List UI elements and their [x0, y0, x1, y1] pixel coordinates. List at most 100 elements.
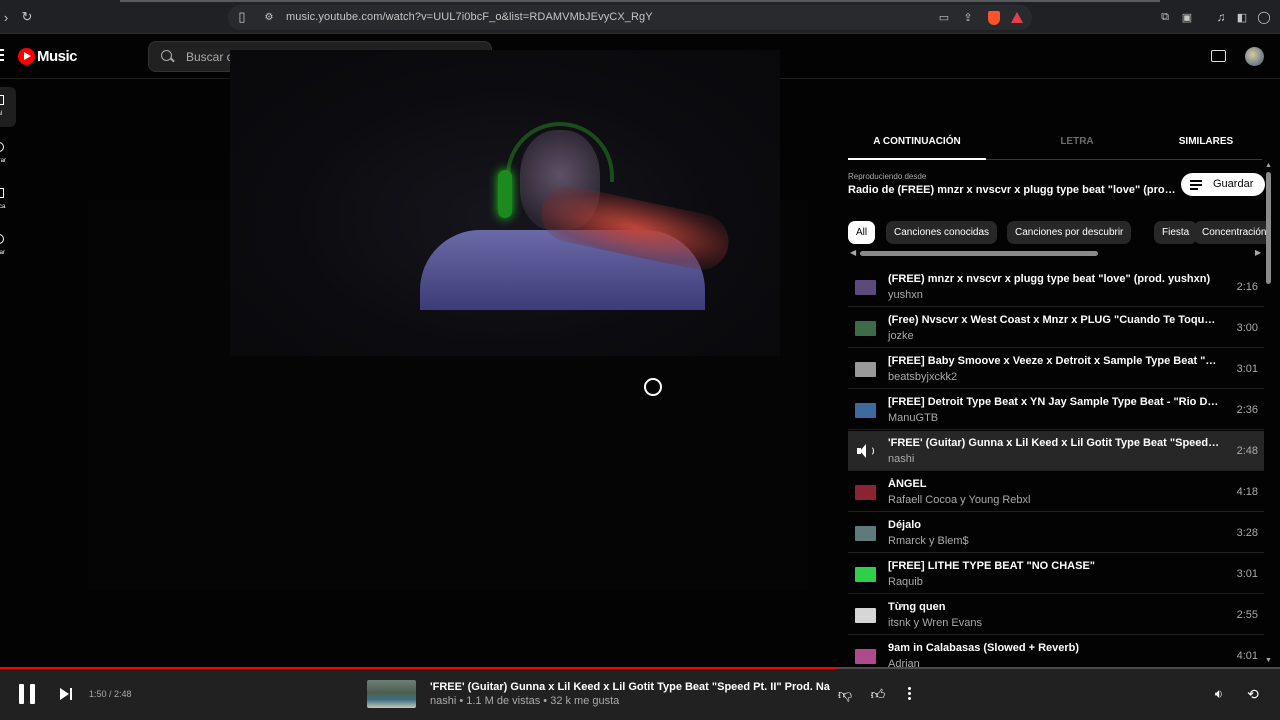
queue-row[interactable]: Déjalo Rmarck y Blem$ 3:28	[848, 513, 1264, 553]
next-button[interactable]	[60, 688, 74, 700]
tab-search-icon[interactable]: ▣	[1179, 9, 1195, 25]
like-icon[interactable]: 👍︎	[869, 685, 887, 703]
sidebar-item-upgrade[interactable]: lizar	[0, 226, 16, 266]
track-artist[interactable]: Raquib	[888, 576, 923, 588]
queue-row[interactable]: ÁNGEL Rafaell Cocoa y Young Rebxl 4:18	[848, 472, 1264, 512]
url-text[interactable]: music.youtube.com/watch?v=UUL7i0bcF_o&li…	[286, 11, 653, 23]
profile-icon[interactable]: ◯	[1256, 9, 1272, 25]
track-title[interactable]: 'FREE' (Guitar) Gunna x Lil Keed x Lil G…	[888, 437, 1220, 449]
now-playing-thumbnail[interactable]	[367, 680, 416, 708]
forward-icon[interactable]: ›	[0, 9, 14, 25]
save-button[interactable]: Guardar	[1181, 173, 1265, 196]
track-artist[interactable]: yushxn	[888, 289, 923, 301]
queue-row[interactable]: Từng quen itsnk y Wren Evans 2:55	[848, 595, 1264, 635]
brave-shield-icon[interactable]	[988, 11, 1000, 25]
track-artist[interactable]: Rafaell Cocoa y Young Rebxl	[888, 494, 1030, 506]
volume-icon[interactable]: 🔉︎	[1210, 685, 1228, 703]
scroll-left-arrow-icon[interactable]: ◀	[850, 248, 856, 257]
queue-row[interactable]: 9am in Calabasas (Slowed + Reverb) Adrian…	[848, 636, 1264, 669]
chip-discover[interactable]: Canciones por descubrir	[1007, 221, 1132, 244]
track-title[interactable]: (FREE) mnzr x nvscvr x plugg type beat "…	[888, 273, 1220, 285]
track-duration: 3:01	[1236, 568, 1258, 580]
track-artist[interactable]: nashi	[888, 453, 914, 465]
chip-known-songs[interactable]: Canciones conocidas	[886, 221, 998, 244]
queue-row[interactable]: [FREE] Detroit Type Beat x YN Jay Sample…	[848, 390, 1264, 430]
track-thumbnail[interactable]	[855, 608, 876, 623]
track-title[interactable]: ÁNGEL	[888, 478, 1220, 490]
speaker-icon	[857, 443, 875, 459]
media-control-icon[interactable]: ♫	[1213, 9, 1229, 25]
queue-row-current[interactable]: 'FREE' (Guitar) Gunna x Lil Keed x Lil G…	[848, 431, 1264, 471]
track-thumbnail[interactable]	[855, 526, 876, 541]
avatar[interactable]	[1245, 47, 1264, 66]
track-artist[interactable]: beatsbyjxckk2	[888, 371, 957, 383]
loading-spinner-icon	[644, 378, 662, 396]
screen-icon[interactable]: ▭	[936, 9, 952, 25]
home-icon	[0, 95, 4, 105]
track-artist[interactable]: jozke	[888, 330, 914, 342]
logo-text[interactable]: Music	[37, 48, 78, 65]
menu-icon[interactable]	[0, 49, 4, 64]
track-artist[interactable]: Rmarck y Blem$	[888, 535, 969, 547]
track-duration: 2:48	[1236, 445, 1258, 457]
track-title[interactable]: 9am in Calabasas (Slowed + Reverb)	[888, 642, 1220, 654]
scroll-down-arrow-icon[interactable]: ▼	[1265, 657, 1272, 664]
track-thumbnail[interactable]	[855, 280, 876, 295]
track-thumbnail[interactable]	[855, 485, 876, 500]
chip-party[interactable]: Fiesta	[1154, 221, 1198, 244]
queue-row[interactable]: [FREE] Baby Smoove x Veeze x Detroit x S…	[848, 349, 1264, 389]
progress-fill[interactable]	[0, 667, 839, 669]
queue-row[interactable]: (Free) Nvscvr x West Coast x Mnzr x PLUG…	[848, 308, 1264, 348]
video-player[interactable]	[230, 50, 780, 356]
search-placeholder[interactable]: Buscar c	[186, 50, 233, 64]
tab-up-next[interactable]: A CONTINUACIÓN	[848, 124, 986, 160]
sidebar-toggle-icon[interactable]: ◧	[1234, 9, 1250, 25]
track-artist[interactable]: ManuGTB	[888, 412, 938, 424]
track-duration: 2:36	[1236, 404, 1258, 416]
chip-focus[interactable]: Concentración	[1194, 221, 1266, 244]
reload-icon[interactable]: ↻	[19, 9, 35, 25]
sidebar-item-home[interactable]: pal	[0, 87, 16, 127]
sidebar-item-library[interactable]: teca	[0, 180, 16, 220]
more-options-icon[interactable]	[900, 685, 918, 703]
share-icon[interactable]: ⇪	[960, 9, 976, 25]
track-title[interactable]: Déjalo	[888, 519, 1220, 531]
track-title[interactable]: [FREE] LITHE TYPE BEAT "NO CHASE"	[888, 560, 1220, 572]
queue-row[interactable]: (FREE) mnzr x nvscvr x plugg type beat "…	[848, 267, 1264, 307]
site-settings-icon[interactable]: ⚙	[261, 9, 277, 25]
track-thumbnail[interactable]	[855, 321, 876, 336]
search-icon[interactable]	[161, 50, 172, 61]
track-duration: 4:01	[1236, 650, 1258, 662]
youtube-music-logo-icon[interactable]	[18, 48, 35, 65]
queue-scrollbar[interactable]	[1266, 172, 1271, 284]
now-playing-title[interactable]: 'FREE' (Guitar) Gunna x Lil Keed x Lil G…	[430, 681, 830, 693]
scroll-right-arrow-icon[interactable]: ▶	[1255, 248, 1261, 257]
track-thumbnail[interactable]	[855, 649, 876, 664]
chips-scrollbar[interactable]	[860, 251, 1098, 256]
now-playing-subtitle[interactable]: nashi • 1.1 M de vistas • 32 k me gusta	[430, 695, 619, 707]
sidebar-item-label: teca	[0, 204, 6, 210]
sidebar-item-explore[interactable]: lorar	[0, 134, 16, 174]
track-title[interactable]: [FREE] Detroit Type Beat x YN Jay Sample…	[888, 396, 1220, 408]
track-thumbnail[interactable]	[855, 403, 876, 418]
track-title[interactable]: (Free) Nvscvr x West Coast x Mnzr x PLUG…	[888, 314, 1220, 326]
scroll-up-arrow-icon[interactable]: ▲	[1265, 162, 1272, 169]
track-artist[interactable]: itsnk y Wren Evans	[888, 617, 982, 629]
repeat-icon[interactable]: ⟲	[1244, 685, 1262, 703]
chip-all[interactable]: All	[848, 221, 876, 244]
extensions-icon[interactable]: ⧉	[1157, 9, 1173, 25]
brave-rewards-icon[interactable]	[1011, 12, 1023, 23]
track-thumbnail[interactable]	[855, 567, 876, 582]
track-thumbnail[interactable]	[855, 362, 876, 377]
cast-icon[interactable]	[1211, 50, 1226, 62]
track-duration: 3:28	[1236, 527, 1258, 539]
tab-lyrics[interactable]: LETRA	[1008, 124, 1146, 160]
track-title[interactable]: Từng quen	[888, 601, 1220, 613]
tab-related[interactable]: SIMILARES	[1137, 124, 1275, 160]
bookmark-icon[interactable]: ▯	[234, 9, 250, 25]
player-bar	[0, 668, 1280, 720]
pause-button[interactable]	[19, 684, 37, 704]
track-title[interactable]: [FREE] Baby Smoove x Veeze x Detroit x S…	[888, 355, 1220, 367]
dislike-icon[interactable]: 👎︎	[836, 685, 854, 703]
queue-row[interactable]: [FREE] LITHE TYPE BEAT "NO CHASE" Raquib 3…	[848, 554, 1264, 594]
